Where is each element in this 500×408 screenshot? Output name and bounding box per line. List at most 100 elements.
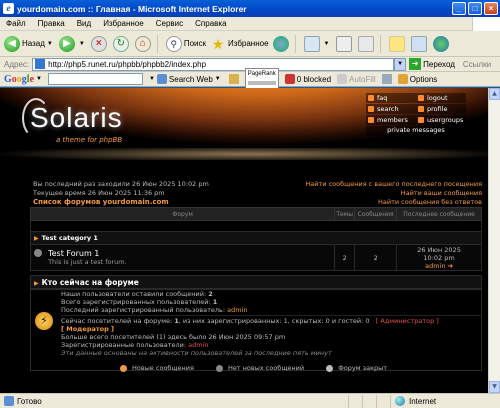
page-content: Solaris a theme for phpBB faq logout sea… — [0, 88, 488, 393]
history-icon[interactable] — [272, 35, 289, 52]
favorites-star-icon: ★ — [211, 35, 225, 52]
last-post-user[interactable]: admin — [425, 262, 445, 270]
nav-faq-label: faq — [377, 94, 388, 102]
address-input[interactable]: http://php5.runet.ru/phpbb/phpbb2/index.… — [32, 57, 395, 71]
nav-usergroups-label: usergroups — [427, 116, 464, 124]
nav-profile-label: profile — [427, 105, 448, 113]
home-icon[interactable]: ⌂ — [134, 35, 151, 52]
minimize-button[interactable]: _ — [452, 2, 466, 15]
menu-favorites[interactable]: Избранное — [97, 19, 150, 28]
category-row[interactable]: ▶ Test category 1 — [30, 231, 482, 245]
refresh-icon[interactable]: ↻ — [112, 35, 129, 52]
mail-dropdown-icon[interactable]: ▼ — [324, 41, 330, 47]
usergroups-icon — [418, 117, 424, 123]
security-zone: Internet — [390, 394, 500, 408]
stop-icon[interactable]: × — [90, 35, 107, 52]
planet-glow — [0, 148, 488, 160]
nav-logout[interactable]: logout — [416, 93, 466, 103]
site-logo[interactable]: Solaris — [30, 102, 123, 134]
pagerank-indicator: PageRank — [244, 68, 279, 90]
toolbar: ◀ Назад ▼ ▶ ▼ × ↻ ⌂ ⚲ Поиск ★ Избранное … — [0, 31, 500, 57]
highlight-icon[interactable] — [381, 74, 392, 84]
links-label[interactable]: Ссылки — [463, 60, 491, 69]
forward-arrow-icon: ▶ — [58, 35, 75, 52]
menu-help[interactable]: Справка — [189, 19, 232, 28]
back-dropdown-icon[interactable]: ▼ — [47, 41, 53, 47]
go-button[interactable]: ➜ Переход — [409, 58, 455, 70]
autofill-icon — [337, 74, 348, 84]
category-arrow-icon: ▶ — [34, 235, 39, 242]
page-done-icon — [4, 396, 14, 406]
online-line-a: Сейчас посетителей на форуме: — [61, 317, 173, 325]
link-unanswered[interactable]: Найти сообщения без ответов — [305, 198, 482, 207]
forum-index-link[interactable]: Список форумов yourdomain.com — [33, 198, 209, 207]
scroll-up-icon[interactable]: ▲ — [489, 88, 500, 100]
go-to-post-icon[interactable]: ➜ — [448, 262, 453, 270]
link-new-posts[interactable]: Найти сообщения с вашего последнего посе… — [305, 180, 482, 189]
address-url: http://php5.runet.ru/phpbb/phpbb2/index.… — [48, 59, 207, 69]
messenger-icon[interactable] — [432, 35, 449, 52]
go-arrow-icon: ➜ — [409, 58, 422, 70]
nav-usergroups[interactable]: usergroups — [416, 115, 466, 125]
nav-search[interactable]: search — [366, 104, 416, 114]
nav-profile[interactable]: profile — [416, 104, 466, 114]
total-posts: 2 — [208, 290, 213, 298]
link-your-posts[interactable]: Найти ваши сообщения — [305, 189, 482, 198]
forum-last-post: 26 Июн 2025 10:02 pm admin ➜ — [396, 244, 482, 271]
close-button[interactable]: × — [484, 2, 498, 15]
search-web-button[interactable]: Search Web ▼ — [156, 74, 223, 84]
google-menu-icon[interactable]: ▼ — [36, 76, 42, 82]
favorites-button[interactable]: ★ Избранное — [210, 36, 269, 52]
status-cell — [362, 394, 376, 408]
address-dropdown-icon[interactable]: ▼ — [394, 57, 407, 71]
mail-icon[interactable] — [303, 35, 320, 52]
who-title-row: ▶ Кто сейчас на форуме — [30, 275, 482, 289]
header-posts: Сообщения — [354, 207, 398, 221]
google-search-input[interactable] — [47, 73, 143, 85]
vertical-scrollbar[interactable]: ▲ ▼ — [488, 88, 500, 393]
research-icon[interactable] — [410, 35, 427, 52]
search-icon: ⚲ — [165, 35, 182, 52]
admin-legend: [ Администратор ] — [375, 317, 439, 325]
menu-edit[interactable]: Правка — [32, 19, 71, 28]
online-line-c: , из них зарегистрированных: 1, скрытых:… — [178, 317, 370, 325]
nav-members[interactable]: members — [366, 115, 416, 125]
google-search-dropdown-icon[interactable]: ▼ — [149, 76, 155, 82]
scroll-down-icon[interactable]: ▼ — [489, 381, 500, 393]
go-label: Переход — [423, 59, 455, 69]
status-bar: Готово Internet — [0, 393, 500, 408]
forward-button[interactable]: ▶ ▼ — [58, 35, 87, 52]
search-web-dropdown-icon[interactable]: ▼ — [215, 76, 221, 82]
popup-blocker[interactable]: 0 blocked — [284, 74, 331, 84]
forward-dropdown-icon[interactable]: ▼ — [79, 41, 85, 47]
forum-name[interactable]: Test Forum 1 — [48, 249, 99, 258]
header-banner: Solaris a theme for phpBB faq logout sea… — [0, 88, 488, 173]
forum-status-icon — [34, 249, 42, 257]
legend-new-posts: Новые сообщения — [120, 364, 194, 372]
options-button[interactable]: Options — [397, 74, 437, 84]
newest-user[interactable]: admin — [227, 306, 247, 314]
menu-file[interactable]: Файл — [0, 19, 32, 28]
maximize-button[interactable]: □ — [468, 2, 482, 15]
print-icon[interactable] — [335, 35, 352, 52]
autofill-button[interactable]: AutoFill — [337, 74, 376, 84]
menu-tools[interactable]: Сервис — [150, 19, 189, 28]
status-cell — [348, 394, 362, 408]
discuss-icon[interactable] — [388, 35, 405, 52]
edit-icon[interactable] — [357, 35, 374, 52]
back-button[interactable]: ◀ Назад ▼ — [4, 35, 55, 52]
menu-view[interactable]: Вид — [71, 19, 97, 28]
lightning-icon: ⚡ — [35, 312, 53, 330]
pagerank-label: PageRank — [247, 71, 276, 77]
search-button[interactable]: ⚲ Поиск — [165, 35, 206, 52]
nav-faq[interactable]: faq — [366, 93, 416, 103]
news-icon[interactable] — [228, 74, 239, 84]
page-icon — [35, 59, 46, 69]
google-logo[interactable]: Google — [4, 74, 34, 85]
search-icon — [368, 106, 374, 112]
nav-private-messages[interactable]: private messages — [366, 126, 466, 136]
favorites-label: Избранное — [228, 39, 269, 48]
registered-user[interactable]: admin — [188, 341, 208, 349]
ie-icon: e — [3, 3, 14, 14]
no-new-posts-icon — [215, 364, 223, 372]
